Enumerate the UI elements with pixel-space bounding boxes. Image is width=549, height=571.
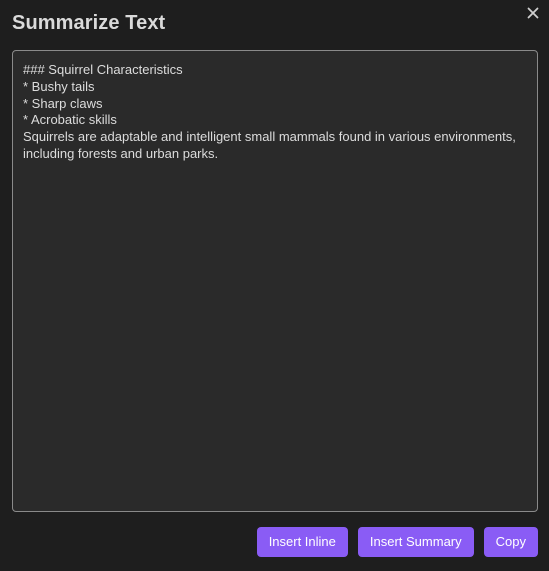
- copy-button[interactable]: Copy: [483, 527, 538, 557]
- insert-inline-button[interactable]: Insert Inline: [256, 527, 348, 557]
- summarize-dialog: Summarize Text ### Squirrel Characterist…: [0, 0, 549, 571]
- dialog-title: Summarize Text: [12, 12, 166, 34]
- insert-summary-button[interactable]: Insert Summary: [357, 527, 474, 557]
- close-icon[interactable]: [525, 5, 541, 21]
- action-buttons: Insert Inline Insert Summary Copy: [256, 527, 538, 557]
- summary-textarea[interactable]: ### Squirrel Characteristics * Bushy tai…: [12, 50, 538, 512]
